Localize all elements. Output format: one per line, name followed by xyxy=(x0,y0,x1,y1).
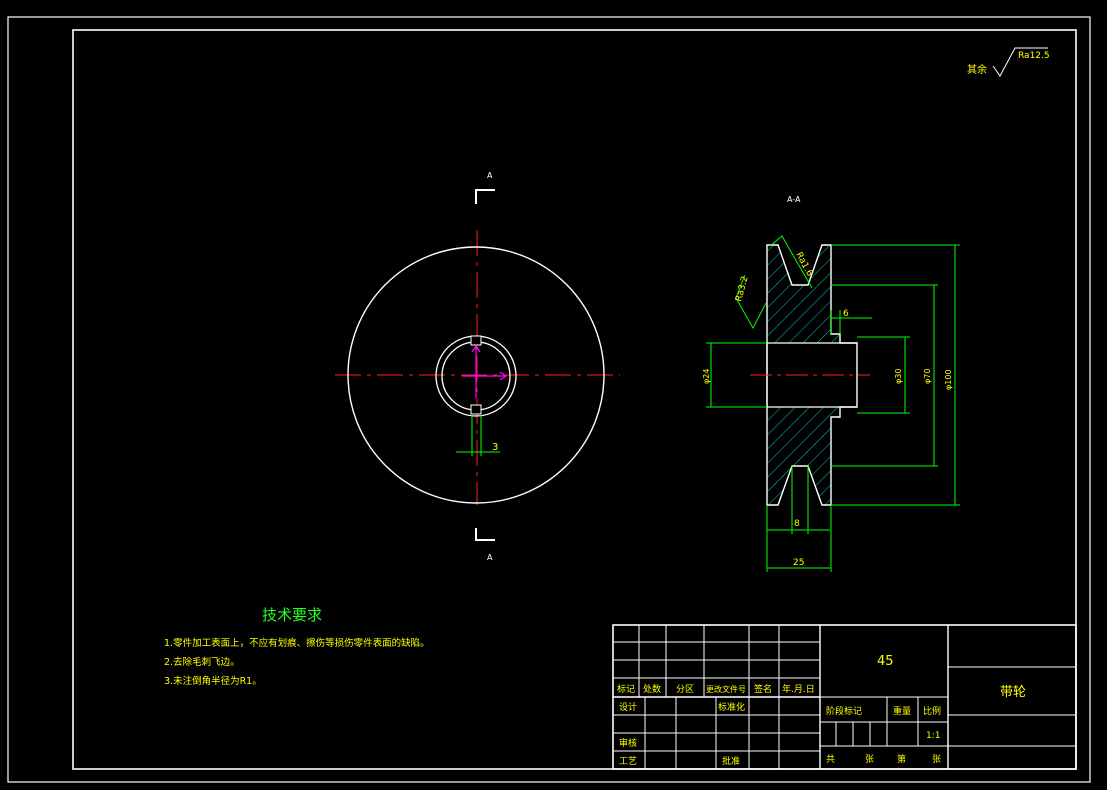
tech-requirements: 技术要求 1.零件加工表面上，不应有划痕、擦伤等损伤零件表面的缺陷。 2.去除毛… xyxy=(164,606,430,687)
dim-rim-text: φ70 xyxy=(923,369,932,384)
tech-item-2: 2.去除毛刺飞边。 xyxy=(164,656,240,668)
section-hatch-lower xyxy=(767,407,840,505)
section-title: A-A xyxy=(787,195,801,204)
tb-header-2: 分区 xyxy=(676,684,694,695)
dim-bore-text: φ24 xyxy=(702,369,711,384)
tb-approve: 批准 xyxy=(722,755,740,767)
tb-header-5: 年.月.日 xyxy=(782,683,815,695)
dim-6-text: 6 xyxy=(843,309,849,319)
tb-standardization: 标准化 xyxy=(718,701,745,713)
tb-header-4: 签名 xyxy=(754,683,772,695)
tb-scale: 比例 xyxy=(923,705,941,717)
tb-total: 共 xyxy=(826,754,835,765)
tb-header-0: 标记 xyxy=(617,683,635,695)
roughness-note-value: Ra12.5 xyxy=(1018,51,1050,61)
section-marker-bottom xyxy=(475,528,495,541)
dim-width-text: 25 xyxy=(793,558,804,568)
title-block-text: 45 带轮 标记 处数 分区 更改文件号 签名 年.月.日 设计 标准化 审核 … xyxy=(617,654,1026,767)
tb-stage-mark: 阶段标记 xyxy=(826,705,862,717)
tb-weight: 重量 xyxy=(893,705,911,717)
section-view: A-A Ra1.6 Ra3.2 6 φ24 φ30 φ70 φ100 8 25 xyxy=(702,195,960,572)
roughness-groove-text: Ra1.6 xyxy=(793,251,814,279)
dim-hub-text: φ30 xyxy=(894,369,903,384)
tech-item-3: 3.未注倒角半径为R1。 xyxy=(164,675,262,687)
tb-part-name: 带轮 xyxy=(1000,685,1026,700)
tb-header-3: 更改文件号 xyxy=(706,684,746,694)
keyway-dim-text: 3 xyxy=(492,442,498,453)
tb-header-1: 处数 xyxy=(643,683,661,695)
roughness-note: 其余 Ra12.5 xyxy=(967,47,1050,77)
dim-outer-text: φ100 xyxy=(944,369,953,390)
tb-page: 第 xyxy=(897,753,906,765)
tb-sheets1: 张 xyxy=(865,754,874,765)
front-view: 3 A A xyxy=(335,171,620,562)
keyway-bottom xyxy=(470,404,482,415)
dim-groove-text: 8 xyxy=(794,519,800,529)
cad-drawing: 其余 Ra12.5 3 A A A-A Ra1.6 Ra3.2 6 φ24 φ3… xyxy=(7,16,1091,783)
tb-sheets2: 张 xyxy=(932,754,941,765)
tb-scale-value: 1:1 xyxy=(926,731,940,741)
section-marker-top xyxy=(475,189,495,204)
roughness-note-label: 其余 xyxy=(967,63,987,76)
section-marker-bottom-label: A xyxy=(487,553,493,562)
section-marker-top-label: A xyxy=(487,171,493,180)
tech-item-1: 1.零件加工表面上，不应有划痕、擦伤等损伤零件表面的缺陷。 xyxy=(164,637,430,649)
tb-design: 设计 xyxy=(619,701,637,713)
tb-process: 工艺 xyxy=(619,756,637,767)
tech-title: 技术要求 xyxy=(262,606,322,624)
tb-material: 45 xyxy=(877,654,894,669)
roughness-side-text: Ra3.2 xyxy=(734,275,750,303)
tb-check: 审核 xyxy=(619,737,637,749)
keyway-top xyxy=(470,335,482,346)
